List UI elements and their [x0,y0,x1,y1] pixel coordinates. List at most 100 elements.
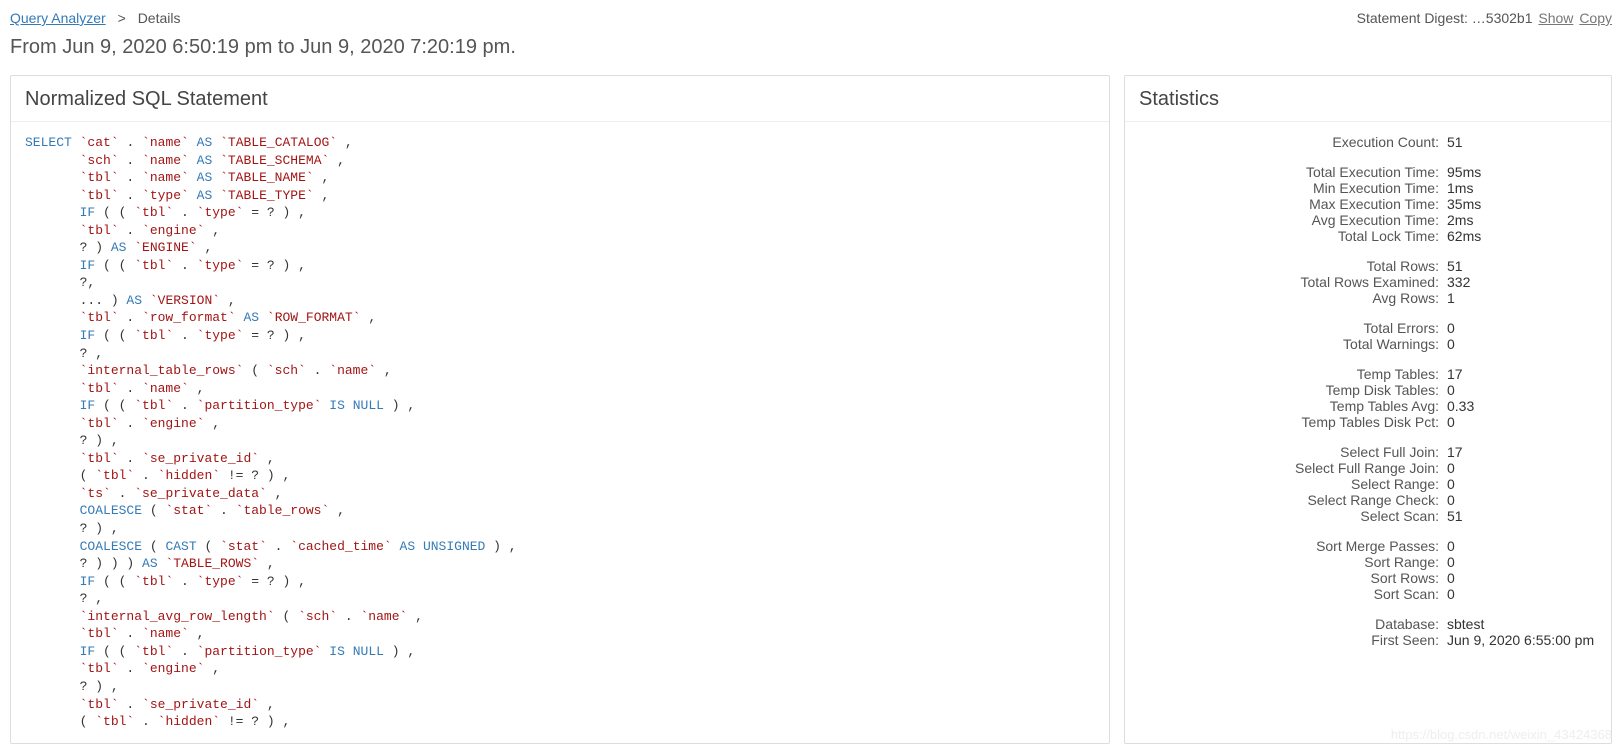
stat-row: Sort Merge Passes: 0 [1139,538,1597,554]
sql-statement: SELECT `cat` . `name` AS `TABLE_CATALOG`… [25,134,1095,731]
stats-group: Select Full Join:17Select Full Range Joi… [1139,444,1597,524]
stat-row: Min Execution Time: 1ms [1139,180,1597,196]
stat-value: 0 [1447,586,1597,602]
stat-row: Select Full Range Join: 0 [1139,460,1597,476]
stat-row: Select Scan: 51 [1139,508,1597,524]
stat-label: Sort Scan: [1139,586,1439,602]
stats-group: Temp Tables:17Temp Disk Tables:0Temp Tab… [1139,366,1597,430]
stat-label: Select Full Join: [1139,444,1439,460]
sql-panel-title: Normalized SQL Statement [11,76,1109,122]
stat-row: Total Rows Examined: 332 [1139,274,1597,290]
stat-value: 0 [1447,538,1597,554]
stat-value: 0 [1447,570,1597,586]
stat-label: Total Warnings: [1139,336,1439,352]
stats-group: Sort Merge Passes:0Sort Range:0Sort Rows… [1139,538,1597,602]
stat-label: Min Execution Time: [1139,180,1439,196]
stat-row: Temp Tables Disk Pct: 0 [1139,414,1597,430]
stat-value: 0 [1447,460,1597,476]
stat-row: Database: sbtest [1139,616,1597,632]
breadcrumb: Query Analyzer > Details [10,10,180,26]
stat-label: Select Scan: [1139,508,1439,524]
date-range: From Jun 9, 2020 6:50:19 pm to Jun 9, 20… [10,36,1612,59]
stat-label: First Seen: [1139,632,1439,648]
stats-group: Database: sbtest First Seen: Jun 9, 2020 6:… [1139,616,1597,648]
stat-row: First Seen: Jun 9, 2020 6:55:00 pm [1139,632,1597,648]
stat-label: Temp Tables: [1139,366,1439,382]
stat-value: 0 [1447,382,1597,398]
stat-row: Sort Rows: 0 [1139,570,1597,586]
stat-label: Select Range Check: [1139,492,1439,508]
stat-label: Avg Execution Time: [1139,212,1439,228]
stat-row: Total Rows: 51 [1139,258,1597,274]
breadcrumb-current: Details [138,10,181,26]
stat-row: Select Full Join: 17 [1139,444,1597,460]
stat-value: 62ms [1447,228,1597,244]
stat-value: 0 [1447,554,1597,570]
stat-value: 2ms [1447,212,1597,228]
stat-label: Temp Disk Tables: [1139,382,1439,398]
stat-label: Total Execution Time: [1139,164,1439,180]
stat-label: Avg Rows: [1139,290,1439,306]
digest-value: …5302b1 [1472,10,1533,26]
stat-value: 0 [1447,414,1597,430]
stat-row: Max Execution Time: 35ms [1139,196,1597,212]
stat-row: Sort Scan: 0 [1139,586,1597,602]
stat-label: Select Full Range Join: [1139,460,1439,476]
stat-value: 51 [1447,258,1597,274]
stat-label: Sort Rows: [1139,570,1439,586]
breadcrumb-sep-icon: > [118,10,126,26]
stat-row: Total Lock Time: 62ms [1139,228,1597,244]
stat-label: Execution Count: [1139,134,1439,150]
stat-value: 0 [1447,320,1597,336]
stats-panel: Statistics Execution Count: 51 Total Execu… [1124,75,1612,744]
stat-value: 0 [1447,492,1597,508]
stat-row: Temp Tables: 17 [1139,366,1597,382]
breadcrumb-root-link[interactable]: Query Analyzer [10,10,106,26]
stat-value: 95ms [1447,164,1597,180]
stats-group: Total Execution Time:95msMin Execution T… [1139,164,1597,244]
stat-row: Temp Disk Tables: 0 [1139,382,1597,398]
stat-label: Sort Merge Passes: [1139,538,1439,554]
stat-value: Jun 9, 2020 6:55:00 pm [1447,632,1597,648]
stat-value: sbtest [1447,616,1597,632]
stat-row: Sort Range: 0 [1139,554,1597,570]
stat-value: 17 [1447,366,1597,382]
stat-label: Total Errors: [1139,320,1439,336]
digest-copy-link[interactable]: Copy [1579,10,1612,26]
stat-label: Temp Tables Avg: [1139,398,1439,414]
stat-label: Database: [1139,616,1439,632]
stat-row: Total Warnings: 0 [1139,336,1597,352]
stat-label: Max Execution Time: [1139,196,1439,212]
stat-row: Execution Count: 51 [1139,134,1597,150]
stat-value: 35ms [1447,196,1597,212]
stat-value: 17 [1447,444,1597,460]
stat-value: 51 [1447,508,1597,524]
stat-label: Select Range: [1139,476,1439,492]
stat-label: Total Rows Examined: [1139,274,1439,290]
stat-value: 1ms [1447,180,1597,196]
stat-row: Select Range: 0 [1139,476,1597,492]
stat-value: 332 [1447,274,1597,290]
stat-value: 51 [1447,134,1597,150]
stats-group: Total Rows:51Total Rows Examined:332Avg … [1139,258,1597,306]
statement-digest: Statement Digest: …5302b1 Show Copy [1357,10,1612,26]
stats-panel-title: Statistics [1125,76,1611,122]
stat-row: Select Range Check: 0 [1139,492,1597,508]
stat-label: Total Rows: [1139,258,1439,274]
sql-panel: Normalized SQL Statement SELECT `cat` . … [10,75,1110,744]
digest-show-link[interactable]: Show [1538,10,1573,26]
stat-row: Total Errors: 0 [1139,320,1597,336]
stat-row: Avg Execution Time: 2ms [1139,212,1597,228]
stat-value: 1 [1447,290,1597,306]
stats-group: Total Errors: 0 Total Warnings: 0 [1139,320,1597,352]
stat-label: Total Lock Time: [1139,228,1439,244]
stat-row: Temp Tables Avg: 0.33 [1139,398,1597,414]
stat-value: 0 [1447,336,1597,352]
stat-row: Total Execution Time: 95ms [1139,164,1597,180]
stat-row: Avg Rows: 1 [1139,290,1597,306]
digest-label: Statement Digest: [1357,10,1468,26]
stat-label: Temp Tables Disk Pct: [1139,414,1439,430]
stat-value: 0.33 [1447,398,1597,414]
stat-label: Sort Range: [1139,554,1439,570]
stat-value: 0 [1447,476,1597,492]
